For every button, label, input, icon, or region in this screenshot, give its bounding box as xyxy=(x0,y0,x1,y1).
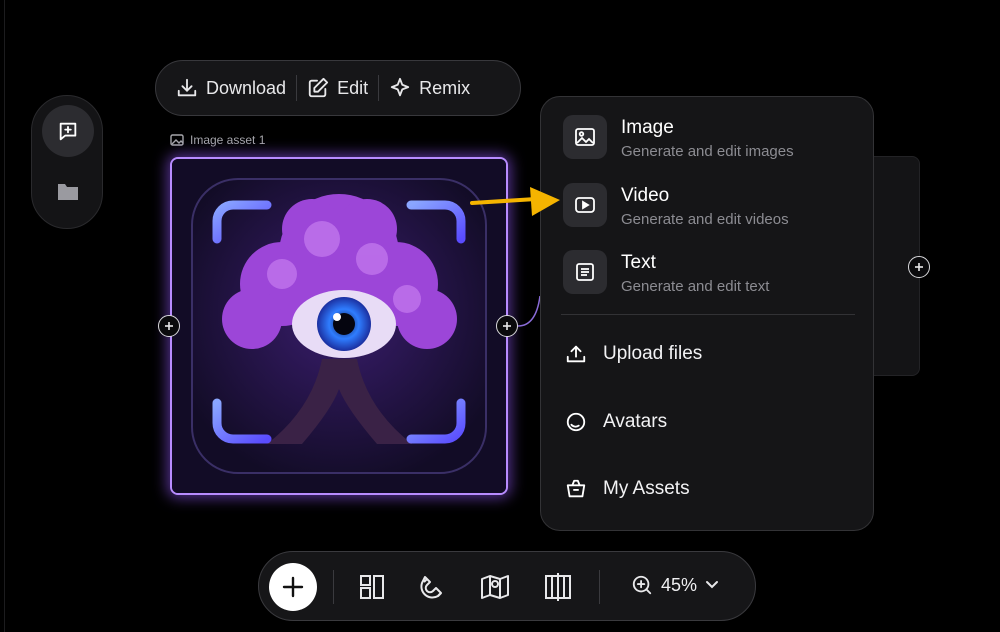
menu-item-desc: Generate and edit images xyxy=(621,143,794,160)
image-asset-card[interactable] xyxy=(170,157,508,495)
image-icon xyxy=(170,134,184,146)
upload-icon xyxy=(566,345,586,363)
add-node-menu: Image Generate and edit images Video Gen… xyxy=(540,96,874,531)
layout-grid-icon xyxy=(360,575,384,599)
edit-button[interactable]: Edit xyxy=(297,70,378,106)
map-button[interactable] xyxy=(479,571,511,603)
split-view-button[interactable] xyxy=(542,571,574,603)
menu-item-upload-files[interactable]: Upload files xyxy=(565,343,702,365)
toolbar-divider xyxy=(333,570,334,604)
chevron-down-icon xyxy=(706,581,719,589)
menu-item-text[interactable]: Text Generate and edit text xyxy=(563,250,769,297)
ghost-connect-port[interactable] xyxy=(908,256,930,278)
menu-item-title: Text xyxy=(621,252,656,273)
left-tool-dock xyxy=(31,95,103,229)
remix-label: Remix xyxy=(419,77,471,98)
asset-label: Image asset 1 xyxy=(170,133,265,147)
magnet-icon xyxy=(420,576,442,599)
folder-icon xyxy=(58,184,78,200)
zoom-in-icon xyxy=(632,575,652,595)
plus-icon xyxy=(915,263,923,271)
menu-item-label: My Assets xyxy=(603,478,690,499)
folder-button[interactable] xyxy=(42,166,94,218)
canvas-edge-line xyxy=(4,0,5,632)
plus-icon xyxy=(503,322,511,330)
video-icon xyxy=(563,183,607,227)
menu-item-title: Video xyxy=(621,185,670,206)
zoom-control[interactable]: 45% xyxy=(631,574,719,596)
new-chat-button[interactable] xyxy=(42,105,94,157)
zoom-value: 45% xyxy=(661,574,698,595)
add-node-button[interactable] xyxy=(269,563,317,611)
basket-icon xyxy=(566,479,586,498)
edit-label: Edit xyxy=(337,77,369,98)
remix-sparkle-icon xyxy=(390,77,410,97)
menu-item-video[interactable]: Video Generate and edit videos xyxy=(563,183,789,230)
split-view-icon xyxy=(545,573,571,601)
avatar-icon xyxy=(566,412,586,432)
edit-icon xyxy=(308,77,329,98)
asset-action-toolbar: Download Edit Remix xyxy=(155,60,521,116)
download-label: Download xyxy=(206,77,287,98)
annotation-arrow xyxy=(470,187,560,216)
right-connect-port[interactable] xyxy=(496,315,518,337)
remix-button[interactable]: Remix xyxy=(379,70,480,106)
chat-plus-icon xyxy=(59,122,77,141)
menu-item-image[interactable]: Image Generate and edit images xyxy=(563,115,794,162)
menu-item-title: Image xyxy=(621,117,674,138)
map-icon xyxy=(481,575,509,599)
magnet-button[interactable] xyxy=(417,571,449,603)
image-icon xyxy=(563,115,607,159)
download-button[interactable]: Download xyxy=(166,70,296,106)
menu-item-desc: Generate and edit text xyxy=(621,278,770,295)
menu-item-my-assets[interactable]: My Assets xyxy=(565,478,690,500)
download-icon xyxy=(177,78,197,97)
menu-item-label: Avatars xyxy=(603,411,668,432)
menu-item-avatars[interactable]: Avatars xyxy=(565,411,667,433)
menu-divider xyxy=(561,314,855,315)
menu-item-desc: Generate and edit videos xyxy=(621,211,789,228)
canvas-bottom-toolbar: 45% xyxy=(258,551,756,621)
asset-label-text: Image asset 1 xyxy=(190,133,266,147)
eye-tree-artwork xyxy=(172,159,506,493)
menu-item-label: Upload files xyxy=(603,343,703,364)
plus-icon xyxy=(165,322,173,330)
toolbar-divider xyxy=(599,570,600,604)
text-icon xyxy=(563,250,607,294)
layout-grid-button[interactable] xyxy=(356,571,388,603)
left-connect-port[interactable] xyxy=(158,315,180,337)
plus-icon xyxy=(282,576,304,598)
